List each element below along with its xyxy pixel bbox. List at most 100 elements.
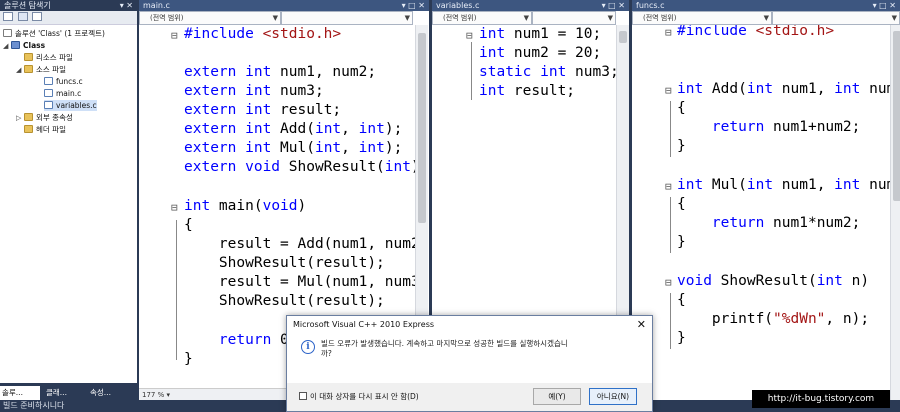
scrollbar-thumb[interactable]: [893, 31, 900, 201]
scrollbar-thumb[interactable]: [619, 31, 627, 43]
fold-guide: [670, 197, 671, 253]
chevron-down-icon: ▼: [607, 14, 613, 22]
code-line: int num1 = 10;: [479, 26, 602, 42]
member-dropdown[interactable]: ▼: [772, 11, 900, 25]
keyword: int: [384, 159, 411, 175]
fold-marker-icon[interactable]: ⊟: [171, 202, 178, 214]
keyword: static int: [479, 64, 567, 80]
tree-item-source-files[interactable]: ◢ 소스 파일: [16, 64, 66, 76]
chevron-down-icon: ▼: [272, 14, 278, 22]
project-icon: [11, 41, 20, 49]
tab-properties[interactable]: 속성...: [88, 386, 134, 400]
tab-class-view[interactable]: 클래...: [44, 386, 84, 400]
fold-guide: [176, 220, 177, 360]
solution-explorer-title-text: 솔루션 탐색기: [4, 1, 51, 10]
scope-dropdown[interactable]: (전역 범위) ▼: [632, 11, 772, 25]
fold-marker-icon[interactable]: ⊟: [466, 30, 473, 42]
fold-marker-icon[interactable]: ⊟: [665, 181, 672, 193]
code-line: int num2 = 20;: [479, 45, 602, 61]
editor-tab-label: variables.c: [436, 1, 480, 10]
yes-button[interactable]: 예(Y): [533, 388, 581, 405]
code-line: printf("%dWn", n);: [677, 311, 870, 327]
keyword: int: [834, 177, 861, 193]
window-buttons-icon[interactable]: ▾ □ ✕: [873, 0, 896, 11]
tree-item-solution[interactable]: 솔루션 'Class' (1 프로젝트): [3, 28, 105, 39]
editor-tab-label: main.c: [143, 1, 170, 10]
tree-item-project[interactable]: ◢ Class: [3, 40, 45, 52]
code-line: void ShowResult(int n): [677, 273, 870, 289]
code-line: {: [677, 100, 686, 116]
tree-item-label: Class: [23, 41, 46, 50]
keyword: int: [479, 26, 506, 42]
dont-show-again-checkbox[interactable]: 이 대화 상자를 다시 표시 안 함(D): [299, 392, 419, 402]
code-area[interactable]: ⊟ ⊟ ⊟ ⊟ #include <stdio.h> int Add(int n…: [632, 25, 890, 412]
window-buttons-icon[interactable]: ▾ □ ✕: [602, 0, 625, 11]
keyword: int: [834, 81, 861, 97]
properties-icon[interactable]: [3, 12, 13, 21]
keyword: extern int: [184, 102, 272, 118]
tab-solution-explorer[interactable]: 솔루...: [0, 386, 40, 400]
folder-icon: [24, 53, 33, 61]
show-all-files-icon[interactable]: [17, 12, 28, 21]
collapse-arrow-icon[interactable]: ◢: [16, 65, 24, 76]
code-line: static int num3;: [479, 64, 616, 80]
tree-item-resource-files[interactable]: 리소스 파일: [24, 52, 73, 63]
watermark: http://it-bug.tistory.com: [752, 390, 890, 408]
c-file-icon: [44, 89, 53, 97]
code-line: {: [677, 196, 686, 212]
code-line: extern int result;: [184, 102, 342, 118]
tree-item-label: variables.c: [56, 101, 97, 110]
fold-guide: [670, 101, 671, 157]
fold-marker-icon[interactable]: ⊟: [665, 277, 672, 289]
scope-dropdown-value: (전역 범위): [643, 14, 677, 22]
refresh-icon[interactable]: [32, 12, 43, 21]
code-line: }: [677, 138, 686, 154]
member-dropdown[interactable]: ▼: [532, 11, 616, 25]
vertical-scrollbar[interactable]: [890, 25, 900, 412]
tree-item-main-c[interactable]: main.c: [44, 88, 81, 99]
keyword: int: [677, 81, 704, 97]
collapse-arrow-icon[interactable]: ◢: [3, 41, 11, 52]
include-path: <stdio.h>: [755, 25, 835, 39]
editor-tab-variables[interactable]: variables.c: [432, 0, 629, 11]
window-buttons-icon[interactable]: ▾ □ ✕: [402, 0, 425, 11]
panel-pin-close-buttons[interactable]: ▾ ✕: [120, 0, 133, 11]
dialog-titlebar: Microsoft Visual C++ 2010 Express: [287, 316, 652, 333]
keyword: return: [711, 119, 765, 135]
tree-item-external-deps[interactable]: ▷ 외부 종속성: [16, 112, 73, 124]
tree-item-label: main.c: [56, 89, 82, 98]
tree-item-header-files[interactable]: 헤더 파일: [24, 124, 66, 135]
scrollbar-thumb[interactable]: [418, 33, 426, 223]
checkbox-box[interactable]: [299, 392, 307, 400]
tree-item-label: 외부 종속성: [36, 113, 73, 122]
chevron-down-icon: ▼: [763, 14, 769, 22]
code-line: extern int Add(int, int);: [184, 121, 403, 137]
member-dropdown[interactable]: ▼: [281, 11, 413, 25]
checkbox-label: 이 대화 상자를 다시 표시 안 함(D): [310, 392, 419, 401]
code-line: return 0;: [218, 332, 298, 348]
keyword: void: [677, 273, 712, 289]
no-button[interactable]: 아니요(N): [589, 388, 637, 405]
fold-marker-icon[interactable]: ⊟: [171, 30, 178, 42]
info-icon: i: [301, 340, 315, 354]
scope-dropdown-value: (전역 범위): [443, 14, 477, 22]
keyword: int: [816, 273, 843, 289]
expand-arrow-icon[interactable]: ▷: [16, 113, 24, 124]
code-line: result = Add(num1, num2);: [184, 236, 415, 252]
scope-dropdown[interactable]: (전역 범위) ▼: [432, 11, 532, 25]
editor-tab-main[interactable]: main.c: [139, 0, 429, 11]
fold-guide: [670, 293, 671, 349]
fold-marker-icon[interactable]: ⊟: [665, 27, 672, 39]
tree-item-variables-c[interactable]: variables.c: [44, 100, 97, 111]
keyword: return: [711, 215, 765, 231]
code-line: extern int Mul(int, int);: [184, 140, 403, 156]
code-line: int Add(int num1, int num2): [677, 81, 890, 97]
code-line: #include <stdio.h>: [184, 25, 341, 44]
keyword: int: [677, 177, 704, 193]
tree-item-funcs-c[interactable]: funcs.c: [44, 76, 83, 87]
editor-tab-funcs[interactable]: funcs.c: [632, 0, 900, 11]
fold-marker-icon[interactable]: ⊟: [665, 85, 672, 97]
scope-dropdown[interactable]: (전역 범위) ▼: [139, 11, 281, 25]
keyword: int: [479, 45, 506, 61]
close-icon[interactable]: ✕: [637, 316, 646, 333]
